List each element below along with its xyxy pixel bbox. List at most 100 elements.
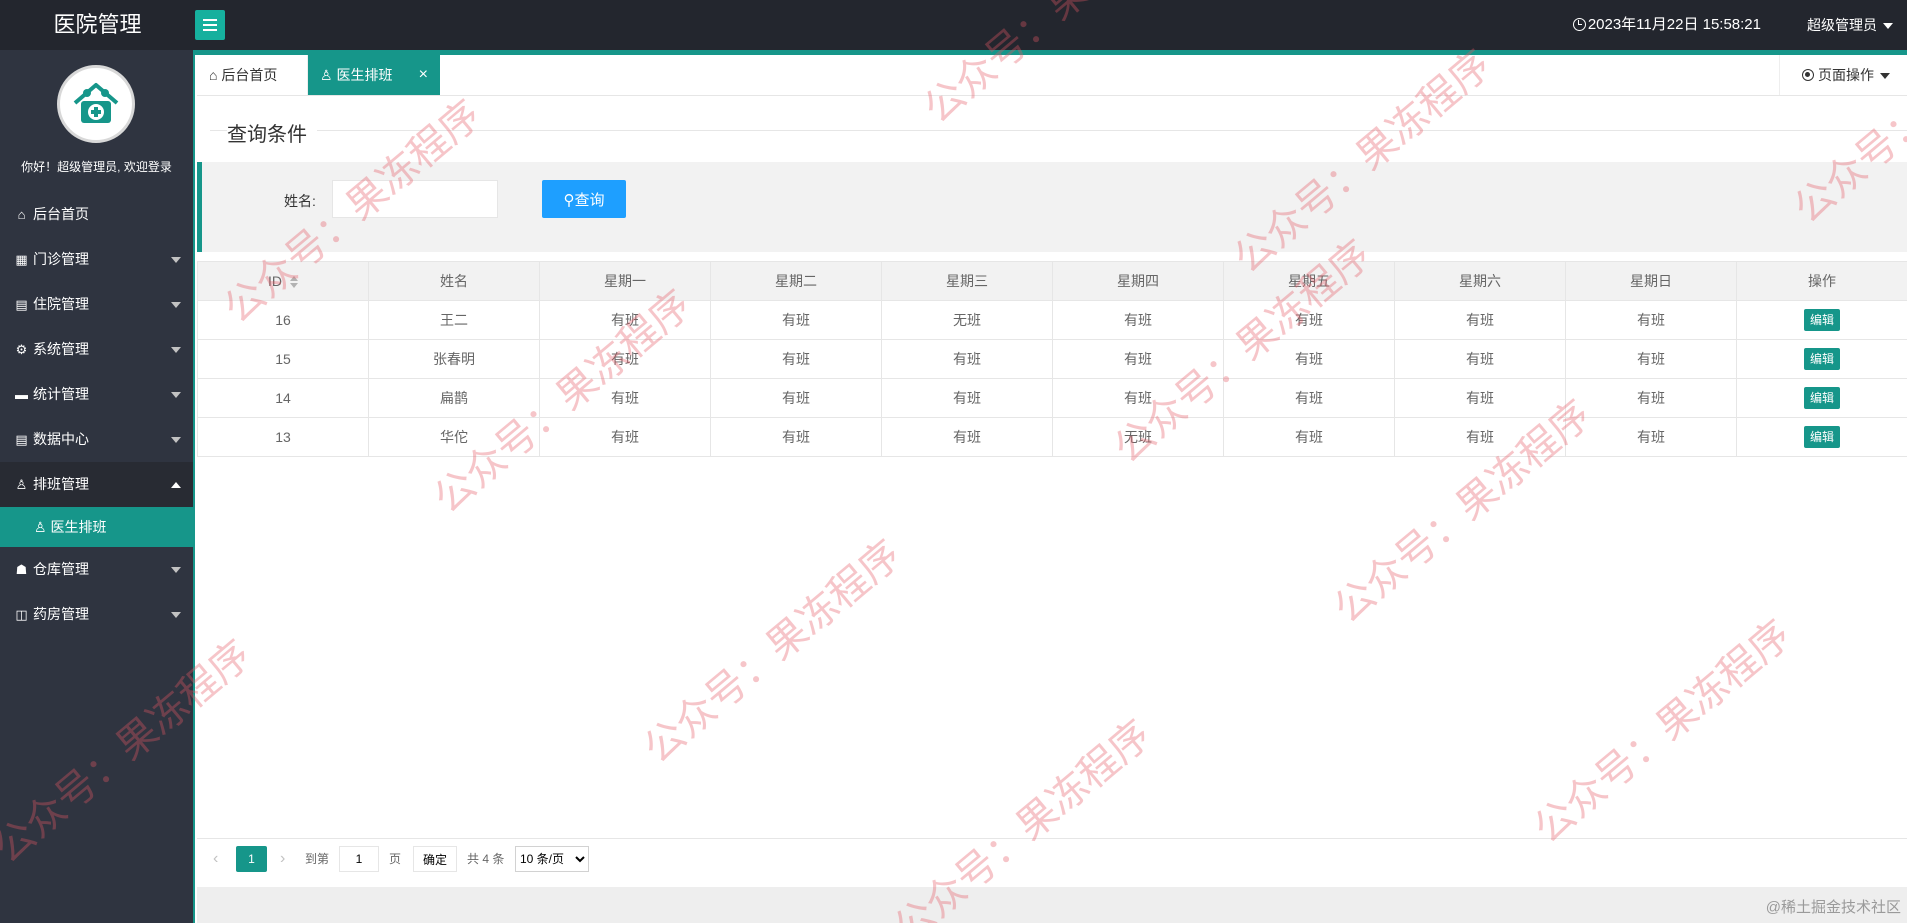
sidebar-item-inpatient[interactable]: ▤ 住院管理	[0, 282, 193, 327]
pager-divider	[197, 838, 1907, 839]
sidebar-item-scheduling[interactable]: ♙ 排班管理	[0, 462, 193, 507]
cell-thursday: 有班	[1052, 300, 1224, 340]
cell-name: 扁鹊	[368, 378, 540, 418]
user-name: 超级管理员	[1807, 17, 1877, 33]
hospital-logo-icon	[65, 73, 127, 135]
document-icon: ▤	[15, 432, 28, 447]
cell-name: 王二	[368, 300, 540, 340]
prev-page-icon[interactable]: ‹	[213, 846, 218, 872]
sidebar-item-label: 后台首页	[33, 206, 89, 222]
cell-monday: 有班	[539, 417, 711, 457]
caret-down-icon	[171, 302, 181, 308]
fieldset-divider	[210, 130, 1907, 131]
sidebar-item-label: 住院管理	[33, 296, 89, 312]
cell-tuesday: 有班	[710, 417, 882, 457]
cell-wednesday: 有班	[881, 378, 1053, 418]
menu-toggle-button[interactable]	[195, 10, 225, 40]
cell-sunday: 有班	[1565, 300, 1737, 340]
cell-thursday: 有班	[1052, 378, 1224, 418]
sidebar-item-data-center[interactable]: ▤ 数据中心	[0, 417, 193, 462]
sidebar-item-outpatient[interactable]: ▦ 门诊管理	[0, 237, 193, 282]
page-number-input[interactable]	[339, 846, 379, 872]
cell-actions: 编辑	[1736, 339, 1907, 379]
table-header-row: ID 姓名 星期一 星期二 星期三 星期四 星期五 星期六 星期日 操作	[197, 261, 1907, 301]
cell-friday: 有班	[1223, 300, 1395, 340]
column-header-friday: 星期五	[1223, 261, 1395, 301]
section-title: 查询条件	[227, 118, 317, 147]
table-row: 15 张春明 有班 有班 有班 有班 有班 有班 有班 编辑	[197, 339, 1907, 379]
cell-id: 16	[197, 300, 369, 340]
search-button[interactable]: ⚲查询	[542, 180, 626, 218]
tab-home[interactable]: ⌂ 后台首页	[197, 55, 308, 95]
home-icon: ⌂	[17, 207, 26, 222]
sidebar-item-pharmacy[interactable]: ◫ 药房管理	[0, 592, 193, 637]
welcome-text: 你好！超级管理员, 欢迎登录	[21, 160, 172, 174]
name-search-input[interactable]	[332, 180, 498, 218]
sidebar-item-system[interactable]: ⚙ 系统管理	[0, 327, 193, 372]
cell-id: 14	[197, 378, 369, 418]
sidebar-nav: ⌂ 后台首页 ▦ 门诊管理 ▤ 住院管理 ⚙ 系统管理 ▬ 统计管理 ▤ 数据中心 ♙ 排班管…	[0, 192, 193, 637]
sidebar-item-label: 门诊管理	[33, 251, 89, 267]
cell-saturday: 有班	[1394, 300, 1566, 340]
sidebar-item-label: 药房管理	[33, 606, 89, 622]
tab-bar: ⌂ 后台首页 ♙ 医生排班 × 页面操作	[197, 55, 1907, 96]
cell-monday: 有班	[539, 300, 711, 340]
cell-friday: 有班	[1223, 417, 1395, 457]
sidebar-item-warehouse[interactable]: ☗ 仓库管理	[0, 547, 193, 592]
column-header-label: ID	[268, 273, 282, 289]
page-size-select[interactable]: 10 条/页	[515, 846, 589, 872]
sidebar-item-label: 统计管理	[33, 386, 89, 402]
name-label: 姓名:	[284, 193, 316, 209]
app-title: 医院管理	[53, 12, 142, 37]
user-icon: ♙	[15, 477, 28, 492]
column-header-id[interactable]: ID	[197, 261, 369, 301]
cell-id: 15	[197, 339, 369, 379]
cell-saturday: 有班	[1394, 378, 1566, 418]
cell-tuesday: 有班	[710, 378, 882, 418]
sidebar-item-label: 数据中心	[33, 431, 89, 447]
page-operations-menu[interactable]: 页面操作	[1779, 55, 1907, 95]
user-icon: ♙	[34, 519, 47, 535]
current-page-button[interactable]: 1	[236, 846, 267, 872]
caret-down-icon	[1880, 73, 1890, 80]
sidebar-item-label: 系统管理	[33, 341, 89, 357]
user-menu[interactable]: 超级管理员	[1807, 0, 1893, 50]
target-circle-icon	[1802, 69, 1814, 81]
caret-up-icon	[171, 482, 181, 488]
top-header: 医院管理 2023年11月22日 15:58:21 超级管理员	[0, 0, 1907, 50]
goto-label: 到第	[305, 852, 330, 866]
cell-sunday: 有班	[1565, 417, 1737, 457]
watermark-text: 公众号：果冻程序	[635, 531, 910, 773]
edit-button[interactable]: 编辑	[1803, 426, 1840, 448]
tab-doctor-schedule[interactable]: ♙ 医生排班 ×	[308, 55, 440, 95]
edit-button[interactable]: 编辑	[1803, 387, 1840, 409]
cell-sunday: 有班	[1565, 339, 1737, 379]
cell-thursday: 有班	[1052, 339, 1224, 379]
next-page-icon[interactable]: ›	[280, 846, 285, 872]
close-icon[interactable]: ×	[419, 55, 428, 95]
sidebar-item-home[interactable]: ⌂ 后台首页	[0, 192, 193, 237]
gear-icon: ⚙	[15, 342, 28, 357]
grid-icon: ▦	[15, 252, 28, 267]
sidebar-item-statistics[interactable]: ▬ 统计管理	[0, 372, 193, 417]
cell-monday: 有班	[539, 339, 711, 379]
edit-button[interactable]: 编辑	[1803, 348, 1840, 370]
cell-saturday: 有班	[1394, 417, 1566, 457]
edit-button[interactable]: 编辑	[1803, 309, 1840, 331]
column-header-saturday: 星期六	[1394, 261, 1566, 301]
caret-down-icon	[171, 612, 181, 618]
table-row: 13 华佗 有班 有班 有班 无班 有班 有班 有班 编辑	[197, 417, 1907, 457]
sidebar-subitem-doctor-schedule[interactable]: ♙ 医生排班	[0, 507, 193, 547]
column-header-name: 姓名	[368, 261, 540, 301]
total-count: 共 4 条	[467, 852, 505, 866]
sort-icon[interactable]	[290, 276, 298, 289]
column-header-tuesday: 星期二	[710, 261, 882, 301]
page-unit-label: 页	[389, 852, 402, 866]
cell-name: 华佗	[368, 417, 540, 457]
cell-monday: 有班	[539, 378, 711, 418]
avatar	[57, 65, 135, 143]
cell-id: 13	[197, 417, 369, 457]
column-header-monday: 星期一	[539, 261, 711, 301]
confirm-page-button[interactable]: 确定	[413, 846, 457, 872]
page-ops-label: 页面操作	[1818, 67, 1874, 83]
